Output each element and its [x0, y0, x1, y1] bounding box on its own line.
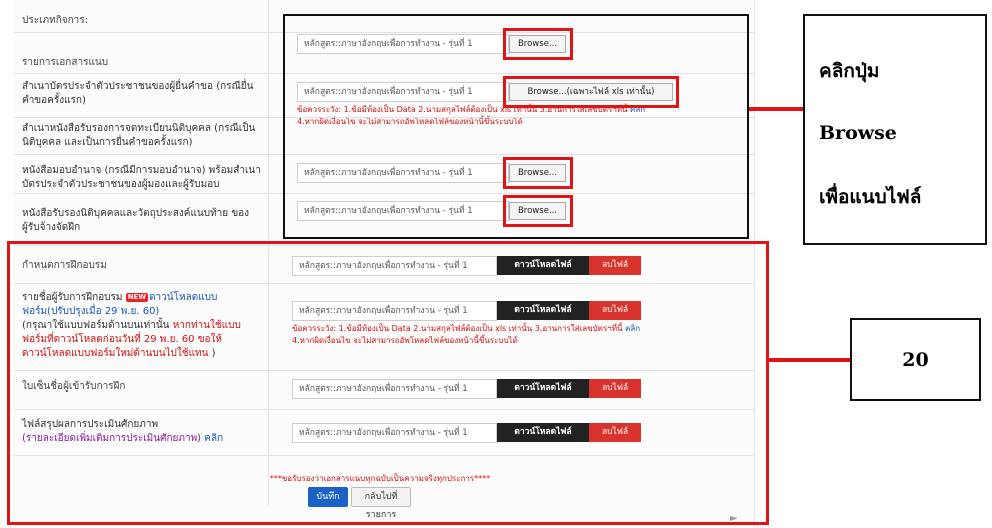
column-divider: [268, 0, 269, 505]
company-registration-label: สำเนาหนังสือรับรองการจดทะเบียนนิติบุคคล …: [22, 123, 256, 148]
file-path-input[interactable]: หลักสูตร::ภาษาอังกฤษเพื่อการทำงาน - รุ่น…: [297, 201, 509, 221]
row-divider: [14, 409, 755, 410]
callout-line-2: Browse: [819, 122, 897, 144]
file-path-input[interactable]: หลักสูตร::ภาษาอังกฤษเพื่อการทำงาน - รุ่น…: [297, 34, 509, 54]
step-connector: [769, 358, 851, 362]
delete-file-button[interactable]: ลบไฟล์: [589, 423, 641, 442]
row-divider: [14, 245, 755, 246]
warning-link[interactable]: คลิก: [625, 324, 640, 333]
back-to-list-button[interactable]: กลับไปที่รายการ: [351, 487, 411, 520]
uploaded-file-name: หลักสูตร::ภาษาอังกฤษเพื่อการทำงาน - รุ่น…: [292, 256, 497, 276]
save-button[interactable]: บันทึก: [308, 487, 348, 507]
row-divider: [14, 193, 755, 194]
attachments-heading: รายการเอกสารแนบ: [22, 57, 109, 68]
step-number-badge: 20: [850, 318, 981, 401]
delete-file-button[interactable]: ลบไฟล์: [589, 379, 641, 398]
business-type-label: ประเภทกิจการ:: [22, 15, 89, 26]
row-divider: [14, 73, 755, 74]
callout-line-1: คลิกปุ่ม: [819, 60, 880, 82]
new-badge: NEW: [125, 293, 149, 302]
certification-text: ***ขอรับรองว่าเอกสารแนบทุกฉบับเป็นความจร…: [269, 474, 491, 483]
download-file-button[interactable]: ดาวน์โหลดไฟล์: [497, 423, 589, 442]
browse-button[interactable]: Browse...: [509, 164, 566, 182]
callout-connector: [749, 107, 803, 111]
screenshot-root: ประเภทกิจการ: รายการเอกสารแนบ หลักสูตร::…: [0, 0, 992, 528]
company-certificate-label: หนังสือรับรองนิติบุคคลและวัตถุประสงค์แนบ…: [22, 208, 250, 233]
uploaded-file-name: หลักสูตร::ภาษาอังกฤษเพื่อการทำงาน - รุ่น…: [292, 379, 497, 399]
trainee-list-label: รายชื่อผู้รับการฝึกอบรม NEW ดาวน์โหลดแบบฟ…: [22, 292, 241, 359]
document-form: ประเภทกิจการ: รายการเอกสารแนบ หลักสูตร::…: [0, 0, 770, 528]
id-card-copy-label: สำเนาบัตรประจำตัวประชาชนของผู้ยื่นคำขอ (…: [22, 81, 254, 106]
power-of-attorney-label: หนังสือมอบอำนาจ (กรณีมีการมอบอำนาจ) พร้อ…: [22, 165, 261, 190]
sign-in-sheet-label: ใบเซ็นชื่อผู้เข้ารับการฝึก: [22, 381, 126, 392]
warning-link[interactable]: คลิก: [630, 105, 645, 114]
row-divider: [14, 370, 755, 371]
callout-line-3: เพื่อแนบไฟล์: [819, 186, 922, 208]
row-divider: [14, 455, 755, 456]
row-divider: [14, 117, 755, 118]
training-schedule-label: กำหนดการฝึกอบรม: [22, 260, 107, 271]
file-path-input[interactable]: หลักสูตร::ภาษาอังกฤษเพื่อการทำงาน - รุ่น…: [297, 163, 509, 183]
delete-file-button[interactable]: ลบไฟล์: [589, 256, 641, 275]
assessment-details-link[interactable]: คลิก: [204, 433, 223, 444]
upload-warning-note: ข้อควรระวัง: 1.ข้อมีท้องเป็น Data 2.นามส…: [292, 324, 641, 345]
caret-right-icon: ►: [730, 513, 738, 524]
download-file-button[interactable]: ดาวน์โหลดไฟล์: [497, 256, 589, 275]
uploaded-file-name: หลักสูตร::ภาษาอังกฤษเพื่อการทำงาน - รุ่น…: [292, 423, 497, 443]
row-divider: [14, 283, 755, 284]
file-path-input[interactable]: หลักสูตร::ภาษาอังกฤษเพื่อการทำงาน - รุ่น…: [297, 82, 509, 102]
upload-warning-note: ข้อควรระวัง: 1.ข้อมีท้องเป็น Data 2.นามส…: [297, 105, 646, 126]
instruction-callout: คลิกปุ่ม Browse เพื่อแนบไฟล์: [803, 14, 987, 245]
download-file-button[interactable]: ดาวน์โหลดไฟล์: [497, 301, 589, 320]
browse-button[interactable]: Browse...: [509, 35, 566, 53]
assessment-summary-label: ไฟล์สรุปผลการประเมินศักยภาพ (รายละเอียดเ…: [22, 419, 224, 444]
row-divider: [14, 154, 755, 155]
delete-file-button[interactable]: ลบไฟล์: [589, 301, 641, 320]
row-divider: [14, 32, 755, 33]
download-file-button[interactable]: ดาวน์โหลดไฟล์: [497, 379, 589, 398]
uploaded-file-name: หลักสูตร::ภาษาอังกฤษเพื่อการทำงาน - รุ่น…: [292, 301, 497, 321]
browse-button[interactable]: Browse...: [509, 202, 566, 220]
browse-xls-button[interactable]: Browse...(เฉพาะไฟล์ xls เท่านั้น): [509, 83, 673, 101]
